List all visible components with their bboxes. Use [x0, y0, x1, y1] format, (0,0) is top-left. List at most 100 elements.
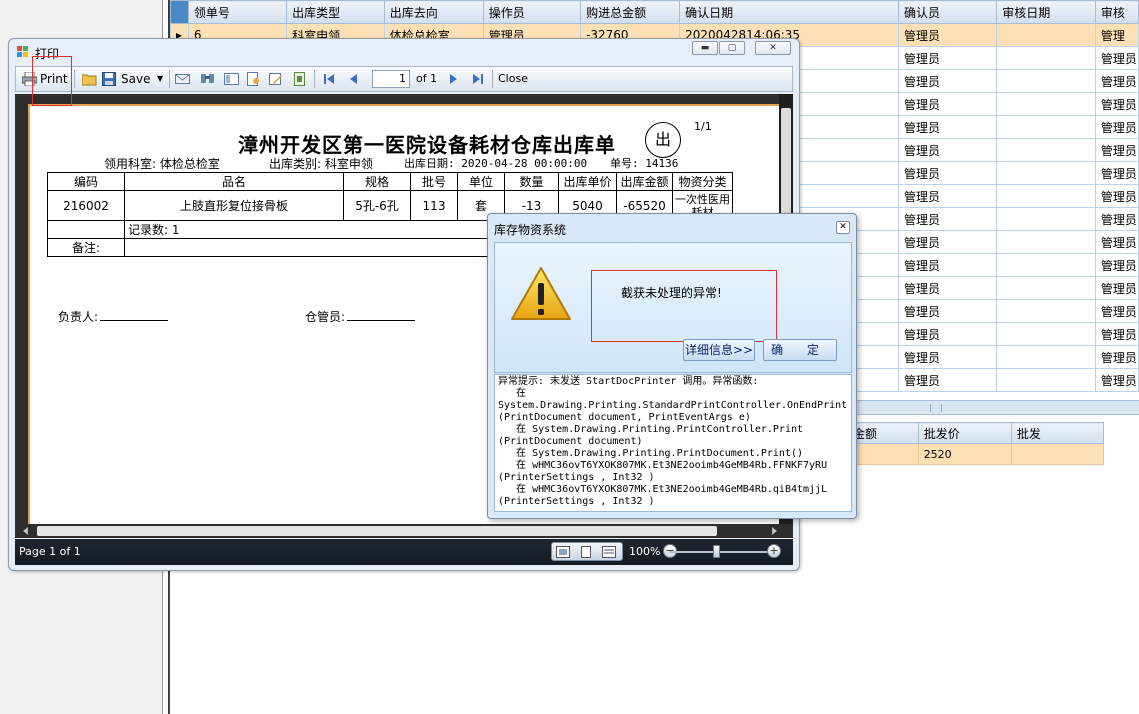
single-page-view-icon[interactable]	[580, 546, 592, 558]
report-col-header: 出库金额	[616, 172, 673, 191]
table-cell: 管理员	[898, 345, 998, 369]
zoom-in-icon[interactable]: +	[767, 544, 781, 558]
save-button[interactable]: Save	[121, 70, 150, 88]
print-button-highlight	[32, 56, 72, 106]
report-col-header: 出库单价	[558, 172, 617, 191]
scroll-right-icon[interactable]	[772, 527, 777, 535]
scrollbar-grip[interactable]	[930, 404, 942, 412]
page-number-input[interactable]: 1	[372, 70, 410, 88]
ok-button[interactable]: 确 定	[763, 339, 837, 361]
preview-toolbar: Print Save ▼ 1 of 1 Close	[15, 66, 793, 92]
outbound-stamp: 出	[645, 122, 681, 158]
previous-page-icon[interactable]	[346, 72, 361, 86]
close-preview-button[interactable]: Close	[498, 70, 528, 88]
table-cell: 管理员	[1094, 253, 1139, 277]
table-cell	[996, 115, 1096, 139]
table-cell	[996, 69, 1096, 93]
save-dropdown-arrow-icon[interactable]: ▼	[157, 70, 163, 88]
column-header[interactable]: 审核	[1094, 0, 1139, 24]
column-header[interactable]: 批发	[1010, 422, 1104, 444]
scrollbar-thumb[interactable]	[37, 526, 717, 536]
scroll-left-icon[interactable]	[23, 527, 28, 535]
report-col-header: 数量	[504, 172, 559, 191]
meta-date: 出库日期: 2020-04-28 00:00:00	[404, 157, 588, 170]
page-setup-icon[interactable]	[246, 72, 261, 86]
signer-warehouse: 仓管员:	[305, 308, 416, 325]
print-app-icon	[17, 46, 28, 57]
next-page-icon[interactable]	[446, 72, 461, 86]
table-cell: 管理员	[898, 230, 998, 254]
layout-icon[interactable]	[224, 72, 239, 86]
find-icon[interactable]	[200, 72, 215, 86]
table-cell: 管理员	[898, 115, 998, 139]
column-header[interactable]: 确认员	[898, 0, 998, 24]
column-header[interactable]: 出库类型	[286, 0, 385, 24]
column-header[interactable]: 购进总金额	[580, 0, 681, 24]
table-cell	[996, 207, 1096, 231]
table-cell	[1010, 443, 1104, 465]
table-cell: 管理员	[898, 46, 998, 70]
table-cell: 管理员	[898, 92, 998, 116]
signer-manager: 负责人:	[58, 308, 169, 325]
open-folder-icon[interactable]	[82, 72, 97, 86]
meta-department: 领用科室: 体检总检室	[104, 157, 220, 171]
table-cell: 管理员	[898, 299, 998, 323]
table-cell: 管理员	[898, 161, 998, 185]
email-icon[interactable]	[175, 72, 190, 86]
report-header-row: 编码 品名 规格 批号 单位 数量 出库单价 出库金额 物资分类	[47, 172, 733, 191]
maximize-button[interactable]: ▢	[719, 41, 745, 55]
details-button[interactable]: 详细信息>>	[683, 339, 755, 361]
row-header-corner	[170, 0, 189, 24]
table-cell: 管理员	[1094, 161, 1139, 185]
zoom-level: 100%	[629, 545, 661, 558]
preview-horizontal-scrollbar[interactable]	[15, 524, 793, 538]
table-cell	[996, 253, 1096, 277]
dialog-close-icon[interactable]: ✕	[836, 221, 850, 234]
grid-header-row: 领单号 出库类型 出库去向 操作员 购进总金额 确认日期 确认员 审核日期 审核	[170, 0, 1139, 24]
close-window-button[interactable]: ✕	[755, 41, 791, 55]
zoom-slider-thumb[interactable]	[713, 545, 720, 558]
column-header[interactable]: 审核日期	[996, 0, 1096, 24]
table-cell	[996, 345, 1096, 369]
table-cell: 管理员	[1094, 230, 1139, 254]
record-count-blank	[47, 220, 125, 239]
window-titlebar[interactable]: 打印 ▬ ▢ ✕	[9, 39, 799, 66]
table-cell: 管理员	[898, 184, 998, 208]
column-header[interactable]: 批发价	[917, 422, 1012, 444]
column-header[interactable]: 领单号	[187, 0, 288, 24]
continuous-view-icon[interactable]	[602, 546, 616, 558]
item-code: 216002	[47, 190, 125, 221]
column-header[interactable]: 操作员	[482, 0, 582, 24]
exception-dialog[interactable]: 库存物资系统 ✕ 截获未处理的异常! 详细信息>> 确 定 异常提示: 未发送 …	[487, 213, 857, 519]
export-icon[interactable]	[292, 72, 307, 86]
dialog-title: 库存物资系统	[494, 223, 567, 237]
preview-status-bar: Page 1 of 1 100% − +	[15, 539, 793, 565]
toolbar-separator	[74, 70, 75, 88]
table-cell	[996, 368, 1096, 392]
table-cell	[996, 230, 1096, 254]
exception-detail-text[interactable]: 异常提示: 未发送 StartDocPrinter 调用。异常函数: 在 Sys…	[494, 374, 852, 512]
table-cell	[996, 161, 1096, 185]
table-cell	[996, 138, 1096, 162]
warning-icon	[511, 267, 571, 320]
table-cell: 管理员	[1094, 276, 1139, 300]
column-header[interactable]: 出库去向	[383, 0, 484, 24]
table-cell: 管理员	[1094, 207, 1139, 231]
table-cell: 管理员	[898, 69, 998, 93]
status-page-label: Page 1 of 1	[19, 545, 81, 558]
multi-page-view-icon[interactable]	[556, 546, 570, 558]
item-spec: 5孔-6孔	[343, 190, 411, 221]
first-page-icon[interactable]	[322, 72, 337, 86]
view-mode-buttons[interactable]	[551, 542, 623, 561]
column-header[interactable]: 确认日期	[679, 0, 900, 24]
last-page-icon[interactable]	[470, 72, 485, 86]
table-cell	[996, 184, 1096, 208]
table-cell: 2520	[917, 443, 1012, 465]
table-cell	[996, 276, 1096, 300]
signer-warehouse-label: 仓管员:	[305, 310, 346, 324]
toolbar-separator	[314, 70, 315, 88]
edit-icon[interactable]	[268, 72, 283, 86]
report-col-header: 批号	[410, 172, 458, 191]
table-cell: 管理员	[898, 23, 998, 47]
minimize-button[interactable]: ▬	[692, 41, 718, 55]
